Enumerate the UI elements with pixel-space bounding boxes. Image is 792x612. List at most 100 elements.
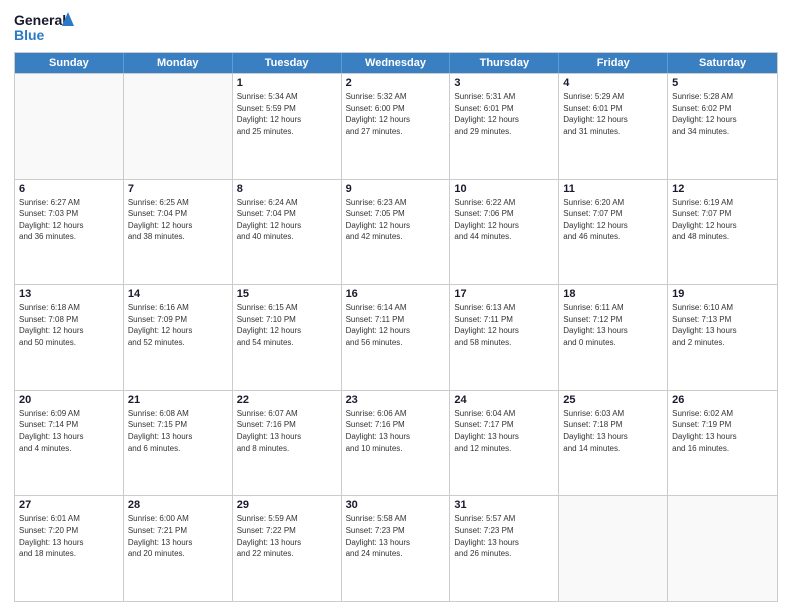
day-info: Sunrise: 5:34 AM Sunset: 5:59 PM Dayligh…: [237, 91, 337, 137]
day-number: 6: [19, 183, 119, 195]
cal-header-day: Monday: [124, 53, 233, 73]
day-number: 27: [19, 499, 119, 511]
day-info: Sunrise: 5:28 AM Sunset: 6:02 PM Dayligh…: [672, 91, 773, 137]
cal-cell: 29 Sunrise: 5:59 AM Sunset: 7:22 PM Dayli…: [233, 496, 342, 601]
day-info: Sunrise: 6:01 AM Sunset: 7:20 PM Dayligh…: [19, 513, 119, 559]
day-number: 20: [19, 394, 119, 406]
day-number: 17: [454, 288, 554, 300]
day-number: 28: [128, 499, 228, 511]
day-info: Sunrise: 5:31 AM Sunset: 6:01 PM Dayligh…: [454, 91, 554, 137]
cal-cell: 23 Sunrise: 6:06 AM Sunset: 7:16 PM Dayli…: [342, 391, 451, 496]
cal-header-day: Thursday: [450, 53, 559, 73]
day-info: Sunrise: 6:22 AM Sunset: 7:06 PM Dayligh…: [454, 197, 554, 243]
cal-header-day: Saturday: [668, 53, 777, 73]
cal-cell: 11Sunrise: 6:20 AM Sunset: 7:07 PM Dayli…: [559, 180, 668, 285]
day-number: 9: [346, 183, 446, 195]
day-info: Sunrise: 6:13 AM Sunset: 7:11 PM Dayligh…: [454, 302, 554, 348]
day-info: Sunrise: 6:16 AM Sunset: 7:09 PM Dayligh…: [128, 302, 228, 348]
cal-week: 20Sunrise: 6:09 AM Sunset: 7:14 PM Dayli…: [15, 390, 777, 496]
header: General Blue: [14, 10, 778, 46]
cal-cell: 30 Sunrise: 5:58 AM Sunset: 7:23 PM Dayli…: [342, 496, 451, 601]
day-info: Sunrise: 6:02 AM Sunset: 7:19 PM Dayligh…: [672, 408, 773, 454]
day-info: Sunrise: 6:06 AM Sunset: 7:16 PM Dayligh…: [346, 408, 446, 454]
cal-cell: 16 Sunrise: 6:14 AM Sunset: 7:11 PM Dayli…: [342, 285, 451, 390]
day-info: Sunrise: 6:03 AM Sunset: 7:18 PM Dayligh…: [563, 408, 663, 454]
cal-cell: [559, 496, 668, 601]
day-number: 3: [454, 77, 554, 89]
day-info: Sunrise: 6:24 AM Sunset: 7:04 PM Dayligh…: [237, 197, 337, 243]
day-number: 30: [346, 499, 446, 511]
day-number: 23: [346, 394, 446, 406]
day-number: 5: [672, 77, 773, 89]
day-info: Sunrise: 5:32 AM Sunset: 6:00 PM Dayligh…: [346, 91, 446, 137]
day-number: 8: [237, 183, 337, 195]
cal-cell: 27 Sunrise: 6:01 AM Sunset: 7:20 PM Dayli…: [15, 496, 124, 601]
calendar-header: SundayMondayTuesdayWednesdayThursdayFrid…: [15, 53, 777, 73]
day-info: Sunrise: 6:19 AM Sunset: 7:07 PM Dayligh…: [672, 197, 773, 243]
calendar-body: 1 Sunrise: 5:34 AM Sunset: 5:59 PM Daylig…: [15, 73, 777, 601]
cal-cell: 10 Sunrise: 6:22 AM Sunset: 7:06 PM Dayli…: [450, 180, 559, 285]
svg-text:Blue: Blue: [14, 27, 45, 43]
cal-cell: 25 Sunrise: 6:03 AM Sunset: 7:18 PM Dayli…: [559, 391, 668, 496]
cal-cell: 9 Sunrise: 6:23 AM Sunset: 7:05 PM Daylig…: [342, 180, 451, 285]
day-number: 15: [237, 288, 337, 300]
day-info: Sunrise: 6:14 AM Sunset: 7:11 PM Dayligh…: [346, 302, 446, 348]
day-info: Sunrise: 6:00 AM Sunset: 7:21 PM Dayligh…: [128, 513, 228, 559]
day-number: 18: [563, 288, 663, 300]
cal-header-day: Wednesday: [342, 53, 451, 73]
day-number: 16: [346, 288, 446, 300]
cal-header-day: Sunday: [15, 53, 124, 73]
day-number: 2: [346, 77, 446, 89]
day-number: 24: [454, 394, 554, 406]
day-info: Sunrise: 6:11 AM Sunset: 7:12 PM Dayligh…: [563, 302, 663, 348]
day-info: Sunrise: 6:18 AM Sunset: 7:08 PM Dayligh…: [19, 302, 119, 348]
day-info: Sunrise: 6:25 AM Sunset: 7:04 PM Dayligh…: [128, 197, 228, 243]
cal-cell: 21 Sunrise: 6:08 AM Sunset: 7:15 PM Dayli…: [124, 391, 233, 496]
calendar: SundayMondayTuesdayWednesdayThursdayFrid…: [14, 52, 778, 602]
cal-cell: 7Sunrise: 6:25 AM Sunset: 7:04 PM Daylig…: [124, 180, 233, 285]
cal-cell: 13Sunrise: 6:18 AM Sunset: 7:08 PM Dayli…: [15, 285, 124, 390]
cal-cell: 19 Sunrise: 6:10 AM Sunset: 7:13 PM Dayli…: [668, 285, 777, 390]
cal-cell: 14 Sunrise: 6:16 AM Sunset: 7:09 PM Dayli…: [124, 285, 233, 390]
cal-cell: 17 Sunrise: 6:13 AM Sunset: 7:11 PM Dayli…: [450, 285, 559, 390]
day-number: 4: [563, 77, 663, 89]
day-info: Sunrise: 5:29 AM Sunset: 6:01 PM Dayligh…: [563, 91, 663, 137]
day-number: 10: [454, 183, 554, 195]
cal-header-day: Tuesday: [233, 53, 342, 73]
cal-cell: [668, 496, 777, 601]
day-info: Sunrise: 5:57 AM Sunset: 7:23 PM Dayligh…: [454, 513, 554, 559]
cal-cell: 12Sunrise: 6:19 AM Sunset: 7:07 PM Dayli…: [668, 180, 777, 285]
cal-cell: 22Sunrise: 6:07 AM Sunset: 7:16 PM Dayli…: [233, 391, 342, 496]
logo: General Blue: [14, 10, 74, 46]
day-info: Sunrise: 6:07 AM Sunset: 7:16 PM Dayligh…: [237, 408, 337, 454]
day-number: 11: [563, 183, 663, 195]
day-info: Sunrise: 5:58 AM Sunset: 7:23 PM Dayligh…: [346, 513, 446, 559]
cal-cell: 28 Sunrise: 6:00 AM Sunset: 7:21 PM Dayli…: [124, 496, 233, 601]
day-number: 19: [672, 288, 773, 300]
cal-week: 1 Sunrise: 5:34 AM Sunset: 5:59 PM Daylig…: [15, 73, 777, 179]
day-number: 29: [237, 499, 337, 511]
svg-text:General: General: [14, 12, 66, 28]
cal-cell: 5 Sunrise: 5:28 AM Sunset: 6:02 PM Daylig…: [668, 74, 777, 179]
cal-cell: 18 Sunrise: 6:11 AM Sunset: 7:12 PM Dayli…: [559, 285, 668, 390]
day-info: Sunrise: 6:10 AM Sunset: 7:13 PM Dayligh…: [672, 302, 773, 348]
cal-cell: 31Sunrise: 5:57 AM Sunset: 7:23 PM Dayli…: [450, 496, 559, 601]
cal-cell: 15 Sunrise: 6:15 AM Sunset: 7:10 PM Dayli…: [233, 285, 342, 390]
cal-cell: [124, 74, 233, 179]
day-number: 26: [672, 394, 773, 406]
day-number: 14: [128, 288, 228, 300]
day-info: Sunrise: 6:27 AM Sunset: 7:03 PM Dayligh…: [19, 197, 119, 243]
day-info: Sunrise: 5:59 AM Sunset: 7:22 PM Dayligh…: [237, 513, 337, 559]
cal-cell: 4 Sunrise: 5:29 AM Sunset: 6:01 PM Daylig…: [559, 74, 668, 179]
day-info: Sunrise: 6:23 AM Sunset: 7:05 PM Dayligh…: [346, 197, 446, 243]
day-info: Sunrise: 6:15 AM Sunset: 7:10 PM Dayligh…: [237, 302, 337, 348]
logo-svg: General Blue: [14, 10, 74, 46]
day-number: 1: [237, 77, 337, 89]
day-info: Sunrise: 6:04 AM Sunset: 7:17 PM Dayligh…: [454, 408, 554, 454]
cal-cell: 1 Sunrise: 5:34 AM Sunset: 5:59 PM Daylig…: [233, 74, 342, 179]
day-info: Sunrise: 6:08 AM Sunset: 7:15 PM Dayligh…: [128, 408, 228, 454]
day-number: 21: [128, 394, 228, 406]
cal-cell: 6 Sunrise: 6:27 AM Sunset: 7:03 PM Daylig…: [15, 180, 124, 285]
cal-header-day: Friday: [559, 53, 668, 73]
day-number: 25: [563, 394, 663, 406]
